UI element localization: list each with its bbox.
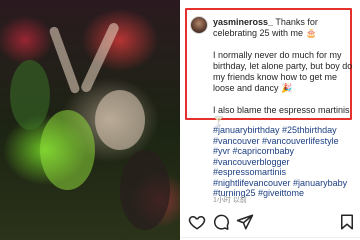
photo-figure <box>10 60 50 130</box>
photo-figure <box>120 150 170 230</box>
comment-icon[interactable] <box>212 213 230 231</box>
hashtag-line[interactable]: #espressomartinis <box>213 167 358 178</box>
caption-body: I normally never do much for my birthday… <box>213 50 355 93</box>
photo-figure <box>95 90 145 150</box>
photo-arm <box>48 25 81 95</box>
post-photo[interactable] <box>0 0 180 240</box>
bottom-divider <box>180 237 360 238</box>
instagram-post: yasmineross_ Thanks for celebrating 25 w… <box>0 0 360 240</box>
hashtag-line[interactable]: #nightlifevancouver #januarybaby <box>213 178 358 189</box>
paper-plane-icon[interactable] <box>236 213 254 231</box>
post-caption: yasmineross_ Thanks for celebrating 25 w… <box>213 17 358 127</box>
username-link[interactable]: yasmineross_ <box>213 17 273 27</box>
hashtag-line[interactable]: #januarybirthday #25thbirthday <box>213 125 358 136</box>
photo-arm <box>79 21 121 94</box>
photo-figure <box>40 110 95 190</box>
caption-closing: I also blame the espresso martinis 🍸 <box>213 105 353 126</box>
action-bar <box>188 213 356 231</box>
hashtag-list: #januarybirthday #25thbirthday #vancouve… <box>213 125 358 199</box>
heart-icon[interactable] <box>188 213 206 231</box>
avatar[interactable] <box>190 16 208 34</box>
hashtag-line[interactable]: #yvr #capricornbaby <box>213 146 358 157</box>
bookmark-icon[interactable] <box>338 213 356 231</box>
hashtag-line[interactable]: #vancouverblogger <box>213 157 358 168</box>
post-timestamp: 1小时 以前 <box>213 197 247 204</box>
hashtag-line[interactable]: #vancouver #vancouverlifestyle <box>213 136 358 147</box>
